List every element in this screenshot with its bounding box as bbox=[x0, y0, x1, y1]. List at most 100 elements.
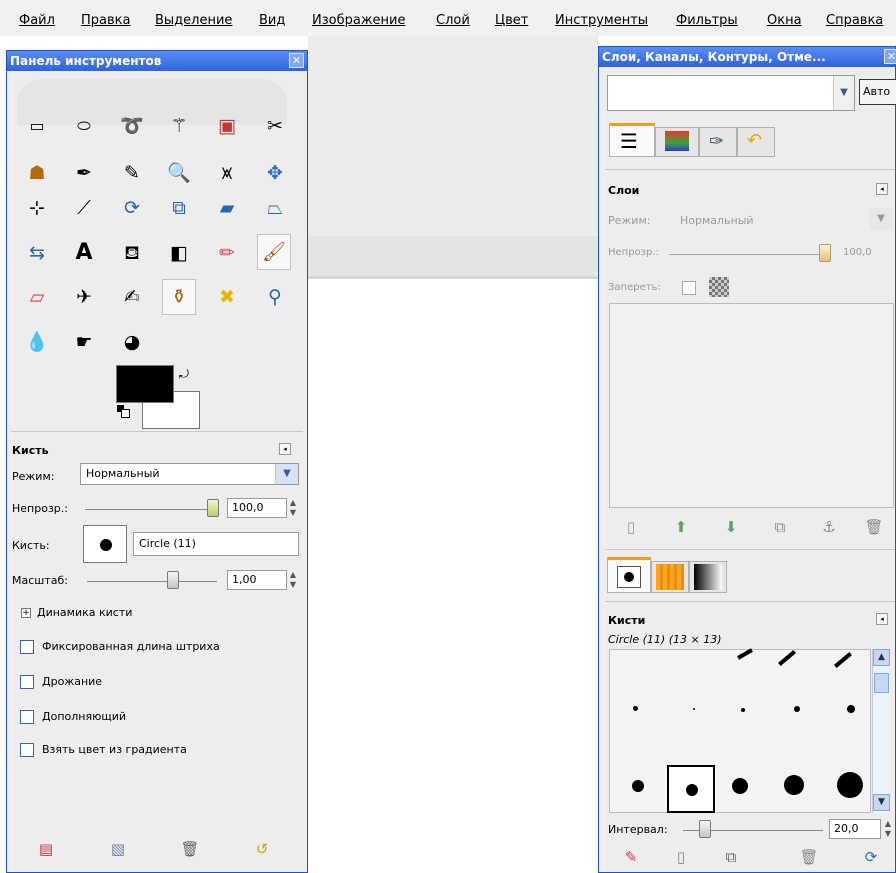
menu-colors[interactable]: Цвет bbox=[495, 13, 528, 28]
menu-view[interactable]: Вид bbox=[259, 13, 285, 28]
option-jitter[interactable]: Дрожание bbox=[42, 675, 102, 688]
menu-filters[interactable]: Фильтры bbox=[676, 13, 738, 28]
tab-gradients[interactable] bbox=[689, 561, 727, 593]
new-layer-icon[interactable]: ▯ bbox=[621, 517, 641, 537]
default-colors-icon[interactable] bbox=[117, 405, 130, 418]
layers-opacity-slider-thumb[interactable] bbox=[819, 244, 831, 262]
ellipse-select-tool-icon[interactable]: ⬭ bbox=[71, 113, 97, 139]
tab-paths[interactable]: ✑ bbox=[699, 127, 737, 157]
brushes-menu-button[interactable]: ◂ bbox=[876, 613, 888, 625]
raise-layer-icon[interactable]: ⬆ bbox=[671, 517, 691, 537]
scissors-tool-icon[interactable]: ✂ bbox=[262, 113, 288, 139]
brush-dot-13px[interactable] bbox=[732, 778, 748, 794]
scale-spin[interactable]: 1,00 bbox=[227, 570, 287, 590]
blur-tool-icon[interactable]: 💧 bbox=[24, 329, 50, 355]
bucket-fill-tool-icon[interactable]: ⛾ bbox=[119, 240, 145, 266]
checkbox-fixed-stroke[interactable] bbox=[20, 640, 34, 654]
brush-dot-1px[interactable] bbox=[693, 708, 695, 710]
option-incremental[interactable]: Дополняющий bbox=[42, 710, 126, 723]
layers-list[interactable] bbox=[609, 303, 894, 508]
brush-cell-1[interactable] bbox=[737, 648, 753, 660]
chevron-down-icon[interactable]: ▼ bbox=[275, 464, 298, 484]
layers-menu-button[interactable]: ◂ bbox=[876, 183, 888, 195]
delete-layer-icon[interactable]: 🗑 bbox=[864, 517, 884, 537]
lower-layer-icon[interactable]: ⬇ bbox=[721, 517, 741, 537]
opacity-slider-thumb[interactable] bbox=[207, 499, 219, 517]
anchor-layer-icon[interactable]: ⚓ bbox=[819, 517, 839, 537]
delete-options-icon[interactable]: 🗑 bbox=[180, 839, 200, 859]
brushes-scrollbar[interactable]: ▲ ▼ bbox=[872, 649, 890, 813]
scroll-up-icon[interactable]: ▲ bbox=[873, 649, 890, 666]
scale-spin-buttons[interactable]: ▲ ▼ bbox=[287, 570, 299, 590]
scale-tool-icon[interactable]: ⧉ bbox=[166, 195, 192, 221]
brush-dot-5px[interactable] bbox=[794, 706, 800, 712]
perspective-tool-icon[interactable]: ⏢ bbox=[262, 195, 288, 221]
blend-tool-icon[interactable]: ◧ bbox=[166, 240, 192, 266]
foreground-color-swatch[interactable] bbox=[116, 365, 174, 403]
lock-alpha-checker-icon[interactable] bbox=[709, 277, 729, 297]
brush-cell-selected[interactable] bbox=[667, 765, 715, 813]
color-picker-tool-icon[interactable]: ✎ bbox=[119, 160, 145, 186]
tab-undo-history[interactable]: ↶ bbox=[737, 127, 775, 157]
fuzzy-select-tool-icon[interactable]: ⚚ bbox=[166, 113, 192, 139]
brush-dot-21px[interactable] bbox=[837, 772, 863, 798]
reset-options-icon[interactable]: ↺ bbox=[252, 839, 272, 859]
brush-options-menu-button[interactable]: ◂ bbox=[279, 443, 291, 455]
delete-brush-icon[interactable]: 🗑 bbox=[799, 847, 819, 867]
align-tool-icon[interactable]: ⊹ bbox=[24, 195, 50, 221]
image-selector-combo[interactable]: ▼ bbox=[607, 75, 855, 111]
brushes-grid[interactable] bbox=[609, 648, 871, 813]
eraser-tool-icon[interactable]: ▱ bbox=[24, 284, 50, 310]
brush-dot-7px[interactable] bbox=[847, 705, 855, 713]
layers-opacity-slider-track[interactable] bbox=[669, 254, 819, 255]
tab-channels[interactable] bbox=[655, 127, 699, 157]
tab-layers[interactable]: ☰ bbox=[609, 123, 655, 157]
measure-tool-icon[interactable]: ⩙ bbox=[214, 160, 240, 186]
airbrush-tool-icon[interactable]: ✈ bbox=[71, 284, 97, 310]
free-select-tool-icon[interactable]: ➰ bbox=[119, 113, 145, 139]
rect-select-tool-icon[interactable]: ▭ bbox=[24, 113, 50, 139]
brush-dot-9px[interactable] bbox=[632, 780, 644, 792]
lock-pixels-checkbox[interactable] bbox=[682, 281, 696, 295]
refresh-brushes-icon[interactable]: ⟳ bbox=[861, 847, 881, 867]
layers-opacity-value[interactable]: 100,0 bbox=[843, 247, 872, 258]
move-tool-icon[interactable]: ✥ bbox=[262, 160, 288, 186]
brush-cell-2[interactable] bbox=[778, 650, 796, 666]
brush-name-field[interactable]: Circle (11) bbox=[133, 532, 299, 556]
perspective-clone-tool-icon[interactable]: ⚲ bbox=[262, 284, 288, 310]
tab-patterns[interactable] bbox=[651, 561, 689, 593]
tab-brushes[interactable] bbox=[607, 557, 651, 593]
scale-slider-track[interactable] bbox=[87, 581, 217, 582]
text-tool-icon[interactable]: A bbox=[71, 240, 97, 266]
brush-dot-small[interactable] bbox=[633, 706, 638, 711]
spacing-slider-thumb[interactable] bbox=[699, 820, 711, 838]
menu-tools[interactable]: Инструменты bbox=[555, 13, 648, 28]
spacing-spin[interactable]: 20,0 bbox=[829, 819, 881, 839]
new-brush-icon[interactable]: ▯ bbox=[671, 847, 691, 867]
chevron-down-icon[interactable]: ▼ bbox=[833, 76, 854, 110]
restore-options-icon[interactable]: ▧ bbox=[108, 839, 128, 859]
menu-edit[interactable]: Правка bbox=[81, 13, 130, 28]
checkbox-incremental[interactable] bbox=[20, 710, 34, 724]
option-fixed-stroke[interactable]: Фиксированная длина штриха bbox=[42, 640, 220, 653]
brush-dot-17px[interactable] bbox=[784, 775, 804, 795]
clone-tool-icon[interactable]: ⚱ bbox=[162, 279, 196, 315]
foreground-select-tool-icon[interactable]: ☗ bbox=[24, 160, 50, 186]
expander-plus-icon[interactable]: + bbox=[21, 608, 31, 618]
smudge-tool-icon[interactable]: ☛ bbox=[71, 329, 97, 355]
toolbox-titlebar[interactable]: Панель инструментов bbox=[7, 51, 307, 71]
image-canvas[interactable] bbox=[308, 279, 598, 873]
paths-tool-icon[interactable]: ✒ bbox=[71, 160, 97, 186]
shear-tool-icon[interactable]: ▰ bbox=[214, 195, 240, 221]
opacity-spin-buttons[interactable]: ▲ ▼ bbox=[287, 498, 299, 518]
opacity-slider-track[interactable] bbox=[85, 509, 215, 510]
scale-slider-thumb[interactable] bbox=[167, 571, 179, 589]
ink-tool-icon[interactable]: ✍ bbox=[119, 284, 145, 310]
checkbox-jitter[interactable] bbox=[20, 675, 34, 689]
option-gradient-color[interactable]: Взять цвет из градиента bbox=[42, 743, 187, 756]
dynamics-label[interactable]: Динамика кисти bbox=[37, 606, 132, 619]
dodge-burn-tool-icon[interactable]: ◕ bbox=[119, 329, 145, 355]
duplicate-layer-icon[interactable]: ⧉ bbox=[770, 517, 790, 537]
menu-file[interactable]: Файл bbox=[19, 13, 55, 28]
layers-mode-chevron-icon[interactable]: ▼ bbox=[869, 208, 893, 230]
